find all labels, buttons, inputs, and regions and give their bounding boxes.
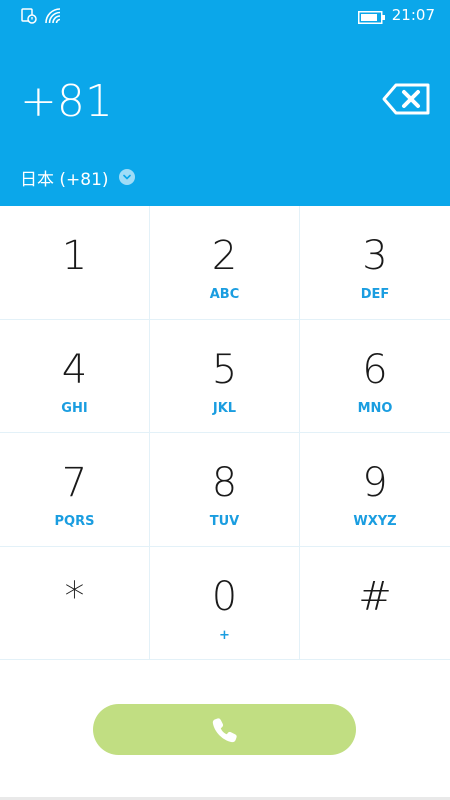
key-digit: 0 bbox=[211, 573, 238, 620]
key-star[interactable]: * bbox=[0, 546, 150, 660]
key-7[interactable]: 7 PQRS bbox=[0, 433, 150, 547]
battery-icon bbox=[358, 9, 386, 24]
dialer-screen: 21:07 +81 日本 (+81) 1 2 ABC 3 DEF 4 GHI 5… bbox=[0, 0, 450, 800]
key-digit: * bbox=[64, 573, 85, 620]
status-time: 21:07 bbox=[391, 6, 435, 24]
key-letters: MNO bbox=[357, 400, 393, 416]
chevron-down-icon bbox=[118, 169, 135, 185]
key-letters: DEF bbox=[360, 287, 390, 302]
key-digit: # bbox=[358, 573, 392, 620]
phone-icon bbox=[212, 717, 237, 742]
key-5[interactable]: 5 JKL bbox=[150, 319, 300, 433]
backspace-icon bbox=[382, 83, 430, 115]
key-letters: JKL bbox=[212, 400, 237, 416]
key-6[interactable]: 6 MNO bbox=[300, 320, 450, 433]
call-button[interactable] bbox=[93, 704, 356, 755]
key-digit: 5 bbox=[211, 346, 238, 393]
key-1[interactable]: 1 bbox=[0, 206, 150, 320]
key-letters: TUV bbox=[209, 514, 240, 529]
key-digit: 3 bbox=[362, 233, 388, 279]
key-2[interactable]: 2 ABC bbox=[150, 206, 300, 320]
dialed-number-display: +81 bbox=[20, 76, 113, 127]
key-hash[interactable]: # bbox=[300, 547, 450, 660]
key-9[interactable]: 9 WXYZ bbox=[300, 433, 450, 547]
wifi-icon bbox=[44, 7, 62, 25]
key-4[interactable]: 4 GHI bbox=[0, 319, 150, 433]
key-8[interactable]: 8 TUV bbox=[150, 433, 300, 547]
key-digit: 9 bbox=[362, 460, 388, 506]
key-letters: PQRS bbox=[54, 514, 95, 529]
key-3[interactable]: 3 DEF bbox=[300, 206, 450, 320]
backspace-button[interactable] bbox=[382, 82, 432, 116]
status-bar: 21:07 bbox=[0, 0, 450, 32]
key-letters: ABC bbox=[209, 287, 240, 302]
key-digit: 4 bbox=[61, 346, 88, 393]
key-letters: GHI bbox=[61, 400, 88, 416]
key-letters: WXYZ bbox=[353, 514, 397, 529]
key-digit: 1 bbox=[61, 233, 88, 279]
country-label: 日本 (+81) bbox=[20, 169, 109, 190]
dialer-header: 21:07 +81 日本 (+81) bbox=[0, 0, 450, 206]
dial-keypad: 1 2 ABC 3 DEF 4 GHI 5 JKL 6 MNO 7 PQRS 8 bbox=[0, 206, 450, 660]
key-digit: 8 bbox=[211, 460, 238, 506]
key-digit: 2 bbox=[211, 233, 238, 279]
key-0[interactable]: 0 + bbox=[150, 546, 300, 660]
country-code-selector[interactable]: 日本 (+81) bbox=[20, 164, 135, 190]
key-digit: 6 bbox=[362, 346, 388, 393]
notification-icon bbox=[20, 7, 38, 25]
key-letters: + bbox=[219, 627, 230, 643]
key-digit: 7 bbox=[61, 460, 88, 506]
